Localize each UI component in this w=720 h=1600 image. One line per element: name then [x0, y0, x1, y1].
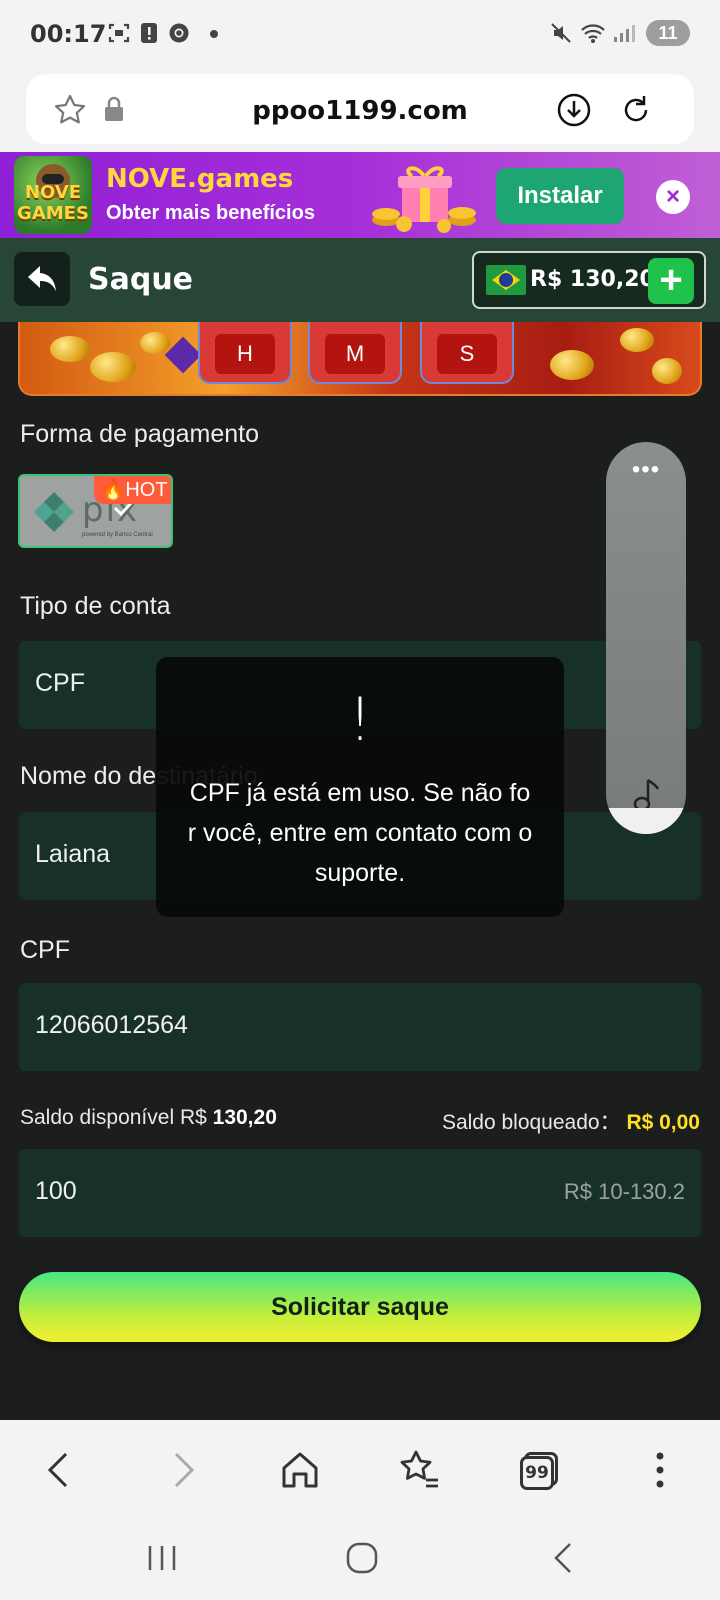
available-balance: Saldo disponível R$ 130,20 — [20, 1106, 277, 1129]
promo-banner[interactable]: H M S — [18, 322, 702, 396]
banner-app-name: NOVE.games — [106, 164, 294, 194]
cpf-label: CPF — [20, 936, 70, 964]
back-nav-icon[interactable] — [544, 1538, 584, 1578]
coin-decoration — [90, 352, 136, 382]
music-widget-base — [606, 808, 686, 834]
gift-coins-icon — [372, 166, 476, 233]
amount-range-hint: R$ 10-130.2 — [563, 1179, 685, 1204]
forward-icon[interactable] — [158, 1446, 206, 1494]
mute-icon — [551, 23, 571, 43]
screenshot-icon — [108, 23, 130, 43]
more-options-icon[interactable]: ••• — [606, 456, 686, 484]
clock: 00:17 — [30, 20, 107, 48]
exclamation-icon: ! — [347, 685, 373, 755]
home-nav-icon[interactable] — [342, 1538, 382, 1578]
browser-toolbar: 99 — [0, 1420, 720, 1520]
pix-logo-icon — [34, 492, 74, 532]
error-toast: ! CPF já está em uso. Se não for você, e… — [156, 657, 564, 917]
system-nav-bar — [0, 1520, 720, 1600]
battery-badge: 11 — [646, 20, 690, 46]
hot-badge: 🔥HOT — [94, 476, 171, 504]
bookmarks-icon[interactable] — [396, 1446, 444, 1494]
page-title: Saque — [88, 262, 194, 297]
floating-music-widget[interactable]: ••• — [606, 442, 686, 834]
menu-icon[interactable] — [636, 1446, 684, 1494]
amount-value: 100 — [35, 1177, 77, 1205]
account-type-label: Tipo de conta — [20, 592, 171, 620]
reload-icon[interactable] — [618, 92, 654, 128]
brazil-flag-icon — [486, 265, 526, 295]
recipient-name-value: Laiana — [35, 840, 111, 868]
timer-seconds: S — [420, 322, 514, 384]
coin-decoration — [620, 328, 654, 352]
timer-hours: H — [198, 322, 292, 384]
install-button[interactable]: Instalar — [496, 168, 624, 224]
pix-caption: powered by Banco Central — [82, 532, 153, 538]
payment-method-label: Forma de pagamento — [20, 420, 260, 448]
pix-payment-option[interactable]: pix powered by Banco Central 🔥HOT — [18, 474, 173, 548]
back-icon[interactable] — [36, 1446, 84, 1494]
notification-dot — [210, 30, 218, 38]
withdraw-amount-input[interactable]: 100 R$ 10-130.2 — [19, 1149, 701, 1237]
request-withdraw-button[interactable]: Solicitar saque — [19, 1272, 701, 1342]
url-text[interactable]: ppoo1199.com — [26, 96, 694, 126]
url-box[interactable]: ppoo1199.com — [26, 74, 694, 144]
balance-amount: R$ 130,20 — [530, 267, 655, 292]
coin-decoration — [50, 336, 90, 362]
install-banner: NOVE GAMES NOVE.games Obter mais benefíc… — [0, 152, 720, 238]
toast-message: CPF já está em uso. Se não for você, ent… — [187, 779, 533, 887]
cpf-value: 12066012564 — [35, 1011, 188, 1039]
alert-icon — [141, 23, 157, 43]
home-icon[interactable] — [276, 1446, 324, 1494]
tabs-icon[interactable]: 99 — [516, 1446, 564, 1494]
deposit-plus-button[interactable]: + — [648, 258, 694, 304]
coin-decoration — [652, 358, 682, 384]
recent-apps-icon[interactable] — [142, 1538, 182, 1578]
timer-minutes: M — [308, 322, 402, 384]
cpf-input[interactable]: 12066012564 — [19, 983, 701, 1071]
coin-decoration — [140, 332, 170, 354]
coin-decoration — [550, 350, 594, 380]
fire-icon: 🔥 — [100, 479, 126, 501]
chrome-icon — [169, 23, 189, 43]
account-type-value: CPF — [35, 669, 85, 697]
back-button[interactable] — [14, 252, 70, 306]
browser-address-bar: ppoo1199.com — [0, 68, 720, 152]
status-bar: 00:17 11 — [0, 0, 720, 68]
back-arrow-icon — [28, 266, 56, 291]
close-banner-button[interactable]: × — [656, 180, 690, 214]
signal-icon — [614, 25, 635, 42]
app-logo: NOVE GAMES — [14, 156, 92, 234]
banner-subtitle: Obter mais benefícios — [106, 202, 315, 224]
download-icon[interactable] — [556, 92, 592, 128]
wifi-icon — [581, 24, 605, 43]
balance-box: R$ 130,20 + — [472, 251, 706, 309]
blocked-balance: Saldo bloqueado： R$ 0,00 — [441, 1111, 700, 1134]
app-header: Saque R$ 130,20 + — [0, 238, 720, 322]
